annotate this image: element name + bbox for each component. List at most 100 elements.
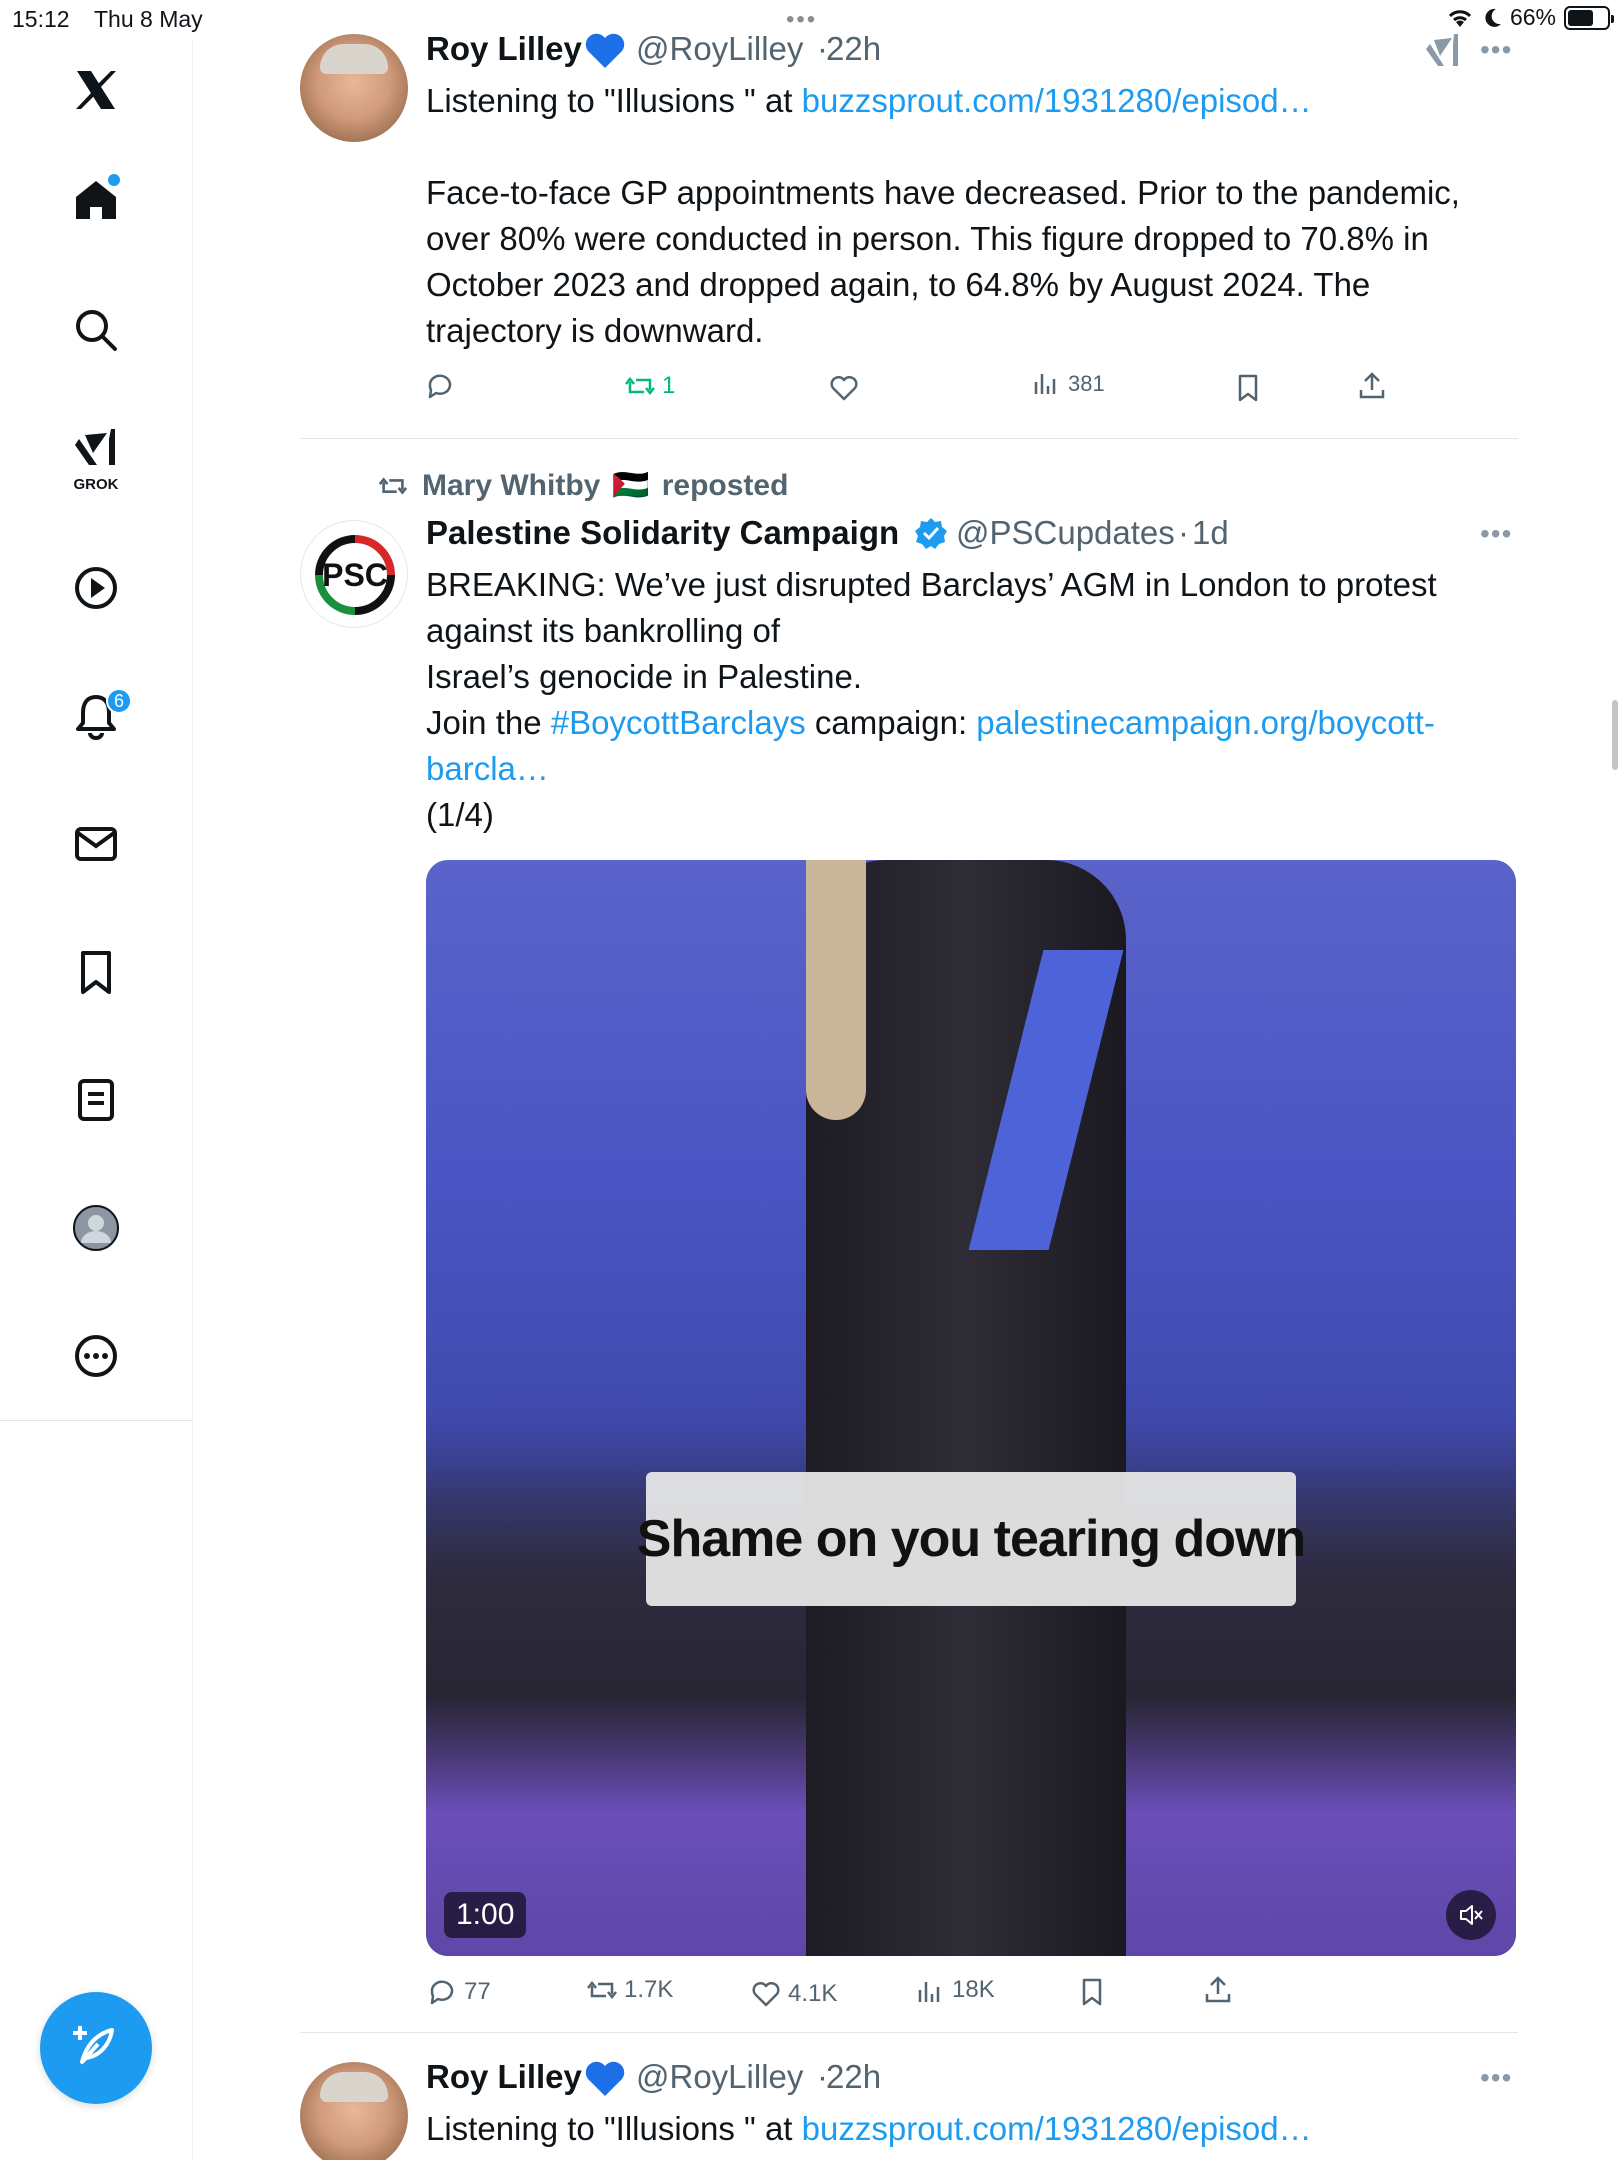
reply-count: 77 <box>464 1978 491 2005</box>
blue-heart-icon <box>584 2060 626 2103</box>
avatar[interactable]: PSC <box>300 520 408 628</box>
home-icon[interactable] <box>66 170 126 230</box>
compose-icon[interactable] <box>40 1992 152 2104</box>
retweet-button[interactable]: 1 <box>624 370 675 402</box>
notifications-badge: 6 <box>106 688 132 714</box>
more-options-icon[interactable]: ••• <box>1480 34 1512 66</box>
scrollbar[interactable] <box>1612 700 1618 770</box>
video-icon[interactable] <box>66 558 126 618</box>
retweet-count: 1.7K <box>624 1976 674 2003</box>
reply-icon <box>428 374 452 399</box>
share-icon <box>1359 372 1385 399</box>
video-duration: 1:00 <box>444 1892 527 1938</box>
tweet-text: Israel’s genocide in Palestine. <box>426 658 862 695</box>
retweet-icon <box>378 476 408 495</box>
blue-heart-icon <box>584 32 626 75</box>
palestine-flag-icon: 🇵🇸 <box>612 469 650 502</box>
reply-button[interactable] <box>424 370 456 402</box>
tweet-link[interactable]: barcla… <box>426 746 1516 792</box>
speaker-muted-icon <box>1460 1905 1483 1925</box>
share-icon <box>1205 1976 1231 2003</box>
share-button[interactable] <box>1356 370 1388 402</box>
retweet-icon <box>625 376 655 396</box>
tweet-time[interactable]: 22h <box>826 30 881 68</box>
hashtag-link[interactable]: #BoycottBarclays <box>551 704 806 741</box>
retweet-icon <box>587 1980 617 2000</box>
tweet-text-line: Listening to "Illusions " at buzzsprout.… <box>426 78 1516 124</box>
grok-icon[interactable] <box>66 420 126 480</box>
mail-icon[interactable] <box>66 814 126 874</box>
bookmark-icon[interactable] <box>66 942 126 1002</box>
retweet-button[interactable]: 1.7K <box>586 1974 673 2006</box>
views-count: 381 <box>1068 373 1105 391</box>
tweet-time[interactable]: 1d <box>1192 514 1229 552</box>
tweet-text: Join the <box>426 704 551 741</box>
views-button[interactable]: 18K <box>914 1974 995 2006</box>
bookmark-button[interactable] <box>1232 372 1264 404</box>
tweet-text: October 2023 and dropped again, to 64.8%… <box>426 266 1371 303</box>
like-count: 4.1K <box>788 1980 838 2007</box>
heart-icon <box>752 1981 780 2007</box>
views-icon <box>1034 374 1056 394</box>
bell-icon[interactable]: 6 <box>66 686 132 746</box>
author-handle[interactable]: @PSCupdates <box>956 514 1175 552</box>
avatar-hair <box>320 44 388 74</box>
author-handle[interactable]: @RoyLilley <box>636 2058 803 2096</box>
reposter-name: Mary Whitby <box>422 468 601 502</box>
bookmark-icon <box>1082 1978 1102 2006</box>
grok-label: GROK <box>73 476 119 493</box>
bookmark-icon <box>1238 374 1258 402</box>
tweet-body: BREAKING: We’ve just disrupted Barclays’… <box>426 562 1516 838</box>
search-icon[interactable] <box>66 300 126 360</box>
like-button[interactable]: 4.1K <box>750 1978 837 2010</box>
tweet-text: Face-to-face GP appointments have decrea… <box>426 174 1460 211</box>
video-hair <box>806 860 866 1120</box>
author-handle[interactable]: @RoyLilley <box>636 30 803 68</box>
tweet-link[interactable]: buzzsprout.com/1931280/episod… <box>802 82 1312 119</box>
battery-fill <box>1568 9 1594 26</box>
more-icon[interactable] <box>66 1326 126 1386</box>
share-button[interactable] <box>1202 1974 1234 2006</box>
thread-count: (1/4) <box>426 796 494 833</box>
verified-badge-icon <box>914 516 948 555</box>
battery-icon <box>1564 5 1614 30</box>
bookmark-button[interactable] <box>1076 1976 1108 2008</box>
home-unread-dot <box>108 174 120 186</box>
repost-context[interactable]: Mary Whitby 🇵🇸 reposted <box>376 468 788 503</box>
tweet-divider <box>300 438 1518 439</box>
tweet-text-line: Listening to "Illusions " at buzzsprout.… <box>426 2106 1516 2152</box>
tweet-link[interactable]: palestinecampaign.org/boycott- <box>976 704 1435 741</box>
tweet-link[interactable]: buzzsprout.com/1931280/episod… <box>802 2110 1312 2147</box>
author-name[interactable]: Roy Lilley <box>426 30 582 68</box>
views-button[interactable]: 381 <box>1030 366 1105 398</box>
reply-icon <box>430 1980 454 2005</box>
lists-icon[interactable] <box>66 1070 126 1130</box>
tweet-text: Listening to "Illusions " at <box>426 2110 802 2147</box>
retweet-count: 1 <box>662 372 676 399</box>
status-time: 15:12 <box>12 6 70 32</box>
author-name[interactable]: Roy Lilley <box>426 2058 582 2096</box>
tweet-text: Listening to "Illusions " at <box>426 82 802 119</box>
more-options-icon[interactable]: ••• <box>1480 2062 1512 2094</box>
author-name[interactable]: Palestine Solidarity Campaign <box>426 514 899 552</box>
grok-icon[interactable] <box>1424 32 1464 77</box>
status-right: 66% <box>1446 4 1614 31</box>
avatar[interactable] <box>300 2062 408 2160</box>
tweet-video[interactable]: Shame on you tearing down 1:00 <box>426 860 1516 1956</box>
like-button[interactable] <box>828 372 860 404</box>
psc-logo-text: PSC <box>322 557 388 593</box>
x-logo-icon[interactable] <box>66 60 126 120</box>
tweet-time[interactable]: 22h <box>826 2058 881 2096</box>
tweet-text: over 80% were conducted in person. This … <box>426 220 1429 257</box>
wifi-icon <box>1448 9 1472 27</box>
reposted-label: reposted <box>661 468 789 502</box>
mute-button[interactable] <box>1446 1890 1496 1940</box>
reply-button[interactable]: 77 <box>426 1976 491 2008</box>
avatar[interactable] <box>300 34 408 142</box>
views-icon <box>918 1982 940 2002</box>
heart-icon <box>830 375 858 401</box>
separator-dot: · <box>1178 514 1189 551</box>
profile-icon[interactable] <box>66 1198 126 1258</box>
tweet-text: trajectory is downward. <box>426 312 764 349</box>
more-options-icon[interactable]: ••• <box>1480 518 1512 550</box>
